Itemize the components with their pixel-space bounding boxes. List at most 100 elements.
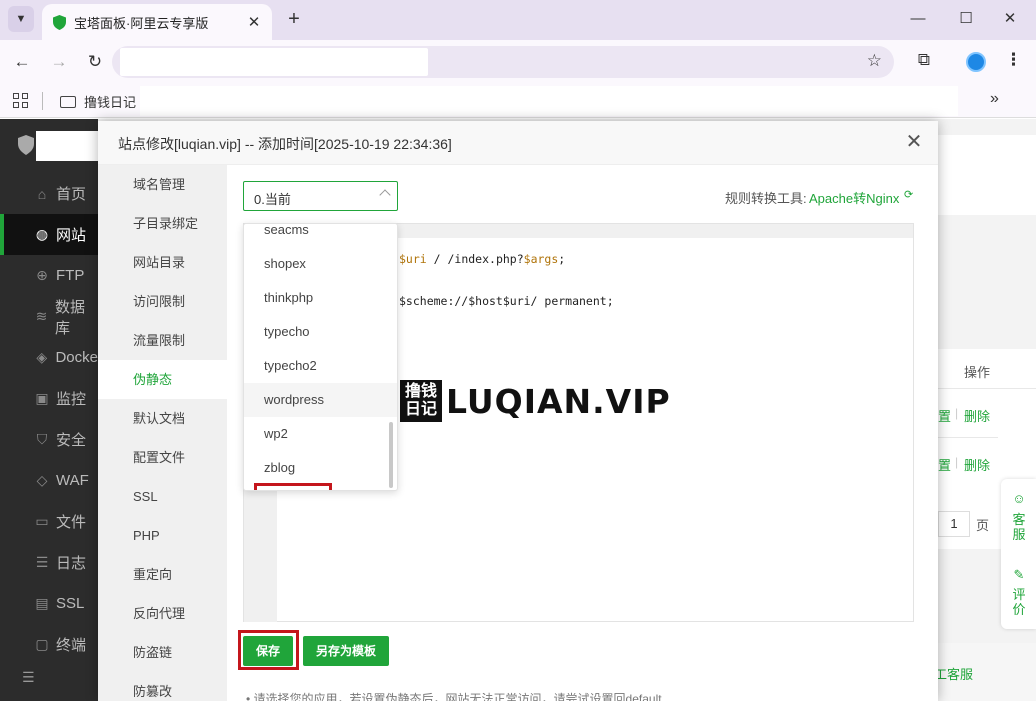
terminal-icon: ▢ xyxy=(35,636,49,652)
maximize-icon[interactable]: ☐ xyxy=(956,8,976,30)
sidebar-item-security[interactable]: ⛉ 安全 xyxy=(0,419,98,460)
row1-delete-link[interactable]: 删除 xyxy=(964,406,990,425)
globe-icon: ◍ xyxy=(35,226,49,242)
menu-item-domains[interactable]: 域名管理 xyxy=(98,165,227,204)
address-redacted xyxy=(120,48,428,76)
dropdown-option[interactable]: typecho2 xyxy=(244,349,397,383)
more-bookmarks-icon[interactable]: » xyxy=(990,90,999,108)
back-icon[interactable]: ← xyxy=(10,50,34,74)
dropdown-option[interactable]: thinkphp xyxy=(244,281,397,315)
dropdown-option[interactable]: wp2 xyxy=(244,417,397,451)
browser-toolbar: ← → ↻ ☆ ⧉ ⋮ xyxy=(0,40,1036,84)
save-highlight-box xyxy=(238,630,299,670)
address-bar[interactable]: ☆ xyxy=(112,46,894,78)
tab-close-icon[interactable]: ✕ xyxy=(246,13,262,31)
dropdown-option[interactable]: shopex xyxy=(244,247,397,281)
sidebar-item-logs[interactable]: ☰ 日志 xyxy=(0,542,98,583)
sidebar-item-files[interactable]: ▭ 文件 xyxy=(0,501,98,542)
sidebar-item-ssl[interactable]: ▤ SSL xyxy=(0,583,98,624)
footer-service-link[interactable]: 工客服 xyxy=(934,664,973,683)
log-icon: ☰ xyxy=(35,554,49,570)
sidebar-item-monitor[interactable]: ▣ 监控 xyxy=(0,378,98,419)
modal-side-menu: 域名管理 子目录绑定 网站目录 访问限制 流量限制 伪静态 默认文档 配置文件 … xyxy=(98,165,227,701)
review-label[interactable]: 评价 xyxy=(1011,587,1027,617)
browser-menu-icon[interactable]: ⋮ xyxy=(1005,50,1022,74)
row2-settings-link[interactable]: 置 xyxy=(938,455,951,474)
database-icon: ≋ xyxy=(35,308,48,324)
rewrite-preset-select[interactable]: 0.当前 xyxy=(243,181,398,211)
link-divider: | xyxy=(955,455,959,469)
modal-close-icon[interactable]: ✕ xyxy=(904,129,924,153)
apache-to-nginx-link[interactable]: Apache转Nginx xyxy=(809,188,899,207)
sidebar-item-terminal[interactable]: ▢ 终端 xyxy=(0,624,98,665)
rewrite-help-note: • 请选择您的应用，若设置伪静态后，网站无法正常访问，请尝试设置回default xyxy=(246,692,662,701)
code-line-1: $uri / /index.php?$args; xyxy=(399,252,566,266)
menu-item-hotlink[interactable]: 防盗链 xyxy=(98,633,227,672)
docker-icon: ◈ xyxy=(36,349,48,365)
menu-item-traffic-limit[interactable]: 流量限制 xyxy=(98,321,227,360)
preset-selected-value: 0.当前 xyxy=(254,192,291,207)
dropdown-scrollbar[interactable] xyxy=(389,422,393,488)
browser-tab[interactable]: 宝塔面板·阿里云专享版 ✕ xyxy=(42,4,272,40)
dropdown-option-wordpress[interactable]: wordpress xyxy=(244,383,397,417)
profile-avatar[interactable] xyxy=(966,52,986,72)
code-line-2: $scheme://$host$uri/ permanent; xyxy=(399,294,614,308)
browser-tab-strip: ▼ 宝塔面板·阿里云专享版 ✕ + — ☐ ✕ xyxy=(0,0,1036,40)
row-divider xyxy=(938,437,998,438)
forward-icon[interactable]: → xyxy=(47,50,71,74)
monitor-icon: ▣ xyxy=(35,390,49,406)
new-tab-icon[interactable]: + xyxy=(283,8,305,30)
window-close-icon[interactable]: ✕ xyxy=(1000,8,1020,30)
apps-grid-icon[interactable] xyxy=(13,93,29,109)
save-as-template-button[interactable]: 另存为模板 xyxy=(303,636,389,666)
menu-item-default-doc[interactable]: 默认文档 xyxy=(98,399,227,438)
menu-item-tamper-proof[interactable]: 防篡改 xyxy=(98,672,227,701)
menu-item-rewrite[interactable]: 伪静态 xyxy=(98,360,227,399)
menu-item-php[interactable]: PHP xyxy=(98,516,227,555)
page-unit-label: 页 xyxy=(976,518,990,533)
customer-service-label[interactable]: 客服 xyxy=(1011,512,1027,542)
tab-search-chevron-icon[interactable]: ▼ xyxy=(8,6,34,32)
dropdown-option[interactable]: typecho xyxy=(244,315,397,349)
row1-settings-link[interactable]: 置 xyxy=(938,406,951,425)
dropdown-option[interactable]: zblog xyxy=(244,451,397,485)
menu-item-subdir-binding[interactable]: 子目录绑定 xyxy=(98,204,227,243)
menu-item-redirect[interactable]: 重定向 xyxy=(98,555,227,594)
row2-delete-link[interactable]: 删除 xyxy=(964,455,990,474)
sidebar-item-home[interactable]: ⌂ 首页 xyxy=(0,173,98,214)
ftp-icon: ⊕ xyxy=(36,267,48,283)
sidebar-item-ftp[interactable]: ⊕ FTP xyxy=(0,255,98,296)
watermark-logo-box: 撸钱 日记 xyxy=(400,380,442,422)
customer-service-icon[interactable]: ☺ xyxy=(1011,491,1027,506)
dropdown-option[interactable]: seacms xyxy=(244,224,397,247)
menu-item-config-file[interactable]: 配置文件 xyxy=(98,438,227,477)
tab-title: 宝塔面板·阿里云专享版 xyxy=(74,15,209,31)
sidebar: ⌂ 首页 ◍ 网站 ⊕ FTP ≋ 数据库 ◈ Docke ▣ 监控 ⛉ 安全 ◇ WAF ▭ 文… xyxy=(0,119,98,701)
sidebar-item-website[interactable]: ◍ 网站 xyxy=(0,214,98,255)
bt-panel-favicon-icon xyxy=(52,14,66,30)
reload-icon[interactable]: ↻ xyxy=(83,50,107,74)
collapse-sidebar-icon[interactable]: ☰ xyxy=(22,669,35,686)
bookmarks-redacted xyxy=(140,86,958,116)
minimize-icon[interactable]: — xyxy=(908,8,928,30)
menu-item-site-directory[interactable]: 网站目录 xyxy=(98,243,227,282)
wordpress-highlight-box xyxy=(254,483,332,490)
menu-item-access-limit[interactable]: 访问限制 xyxy=(98,282,227,321)
bookmarks-divider xyxy=(42,92,43,110)
sidebar-item-waf[interactable]: ◇ WAF xyxy=(0,460,98,501)
watermark-text: LUQIAN.VIP xyxy=(446,381,671,421)
background-card xyxy=(938,135,1036,215)
bookmark-folder[interactable]: 撸钱日记 xyxy=(60,92,136,111)
sidebar-item-docker[interactable]: ◈ Docke xyxy=(0,337,98,378)
menu-item-reverse-proxy[interactable]: 反向代理 xyxy=(98,594,227,633)
review-icon[interactable]: ✎ xyxy=(1011,567,1027,582)
bookmark-star-icon[interactable]: ☆ xyxy=(867,51,882,71)
sidebar-item-database[interactable]: ≋ 数据库 xyxy=(0,296,98,337)
bookmark-folder-label: 撸钱日记 xyxy=(84,95,137,110)
folder-icon: ▭ xyxy=(35,513,49,529)
modal-header: 站点修改[luqian.vip] -- 添加时间[2025-10-19 22:3… xyxy=(98,121,938,165)
link-icon[interactable]: ⟳ xyxy=(904,188,913,201)
page-number-input[interactable]: 1 xyxy=(938,511,970,537)
extensions-icon[interactable]: ⧉ xyxy=(912,50,936,74)
menu-item-ssl[interactable]: SSL xyxy=(98,477,227,516)
